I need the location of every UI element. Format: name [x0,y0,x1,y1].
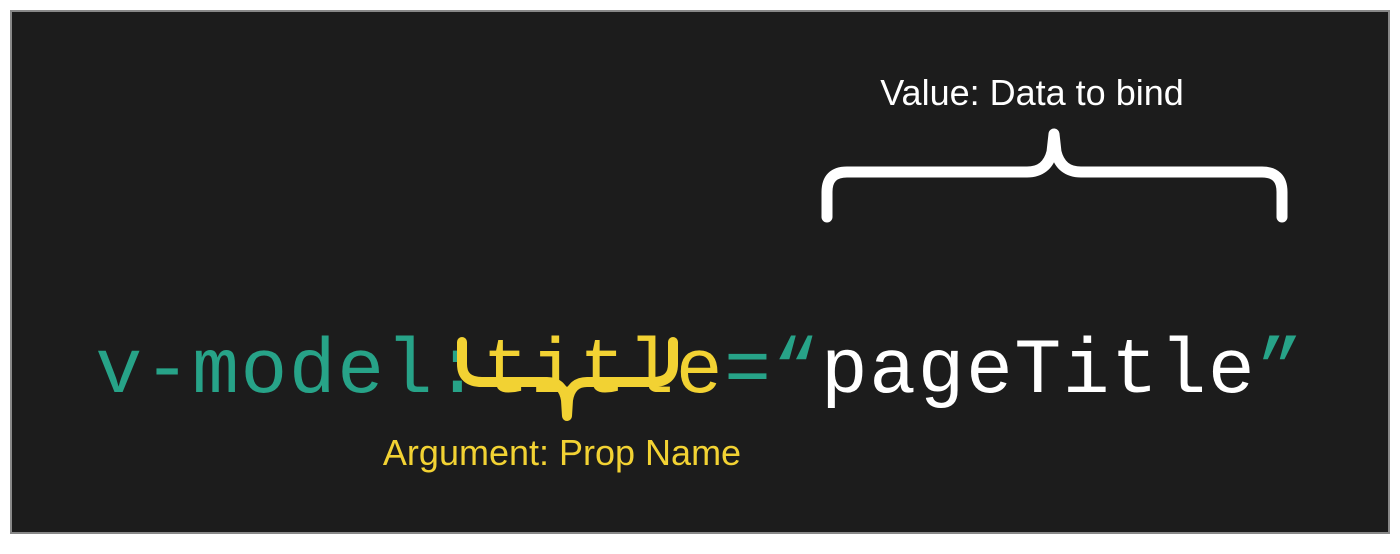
open-quote-token: “ [773,328,821,416]
argument-annotation-label: Argument: Prop Name [312,432,812,474]
value-annotation-label: Value: Data to bind [782,72,1282,114]
equals-token: = [724,328,772,416]
brace-bottom-icon [450,332,685,432]
diagram-frame: Value: Data to bind v-model:title=“pageT… [10,10,1390,534]
directive-token: v-model [95,328,434,416]
brace-top-icon [817,122,1292,232]
value-token: pageTitle [821,328,1256,416]
close-quote-token: ” [1256,328,1304,416]
